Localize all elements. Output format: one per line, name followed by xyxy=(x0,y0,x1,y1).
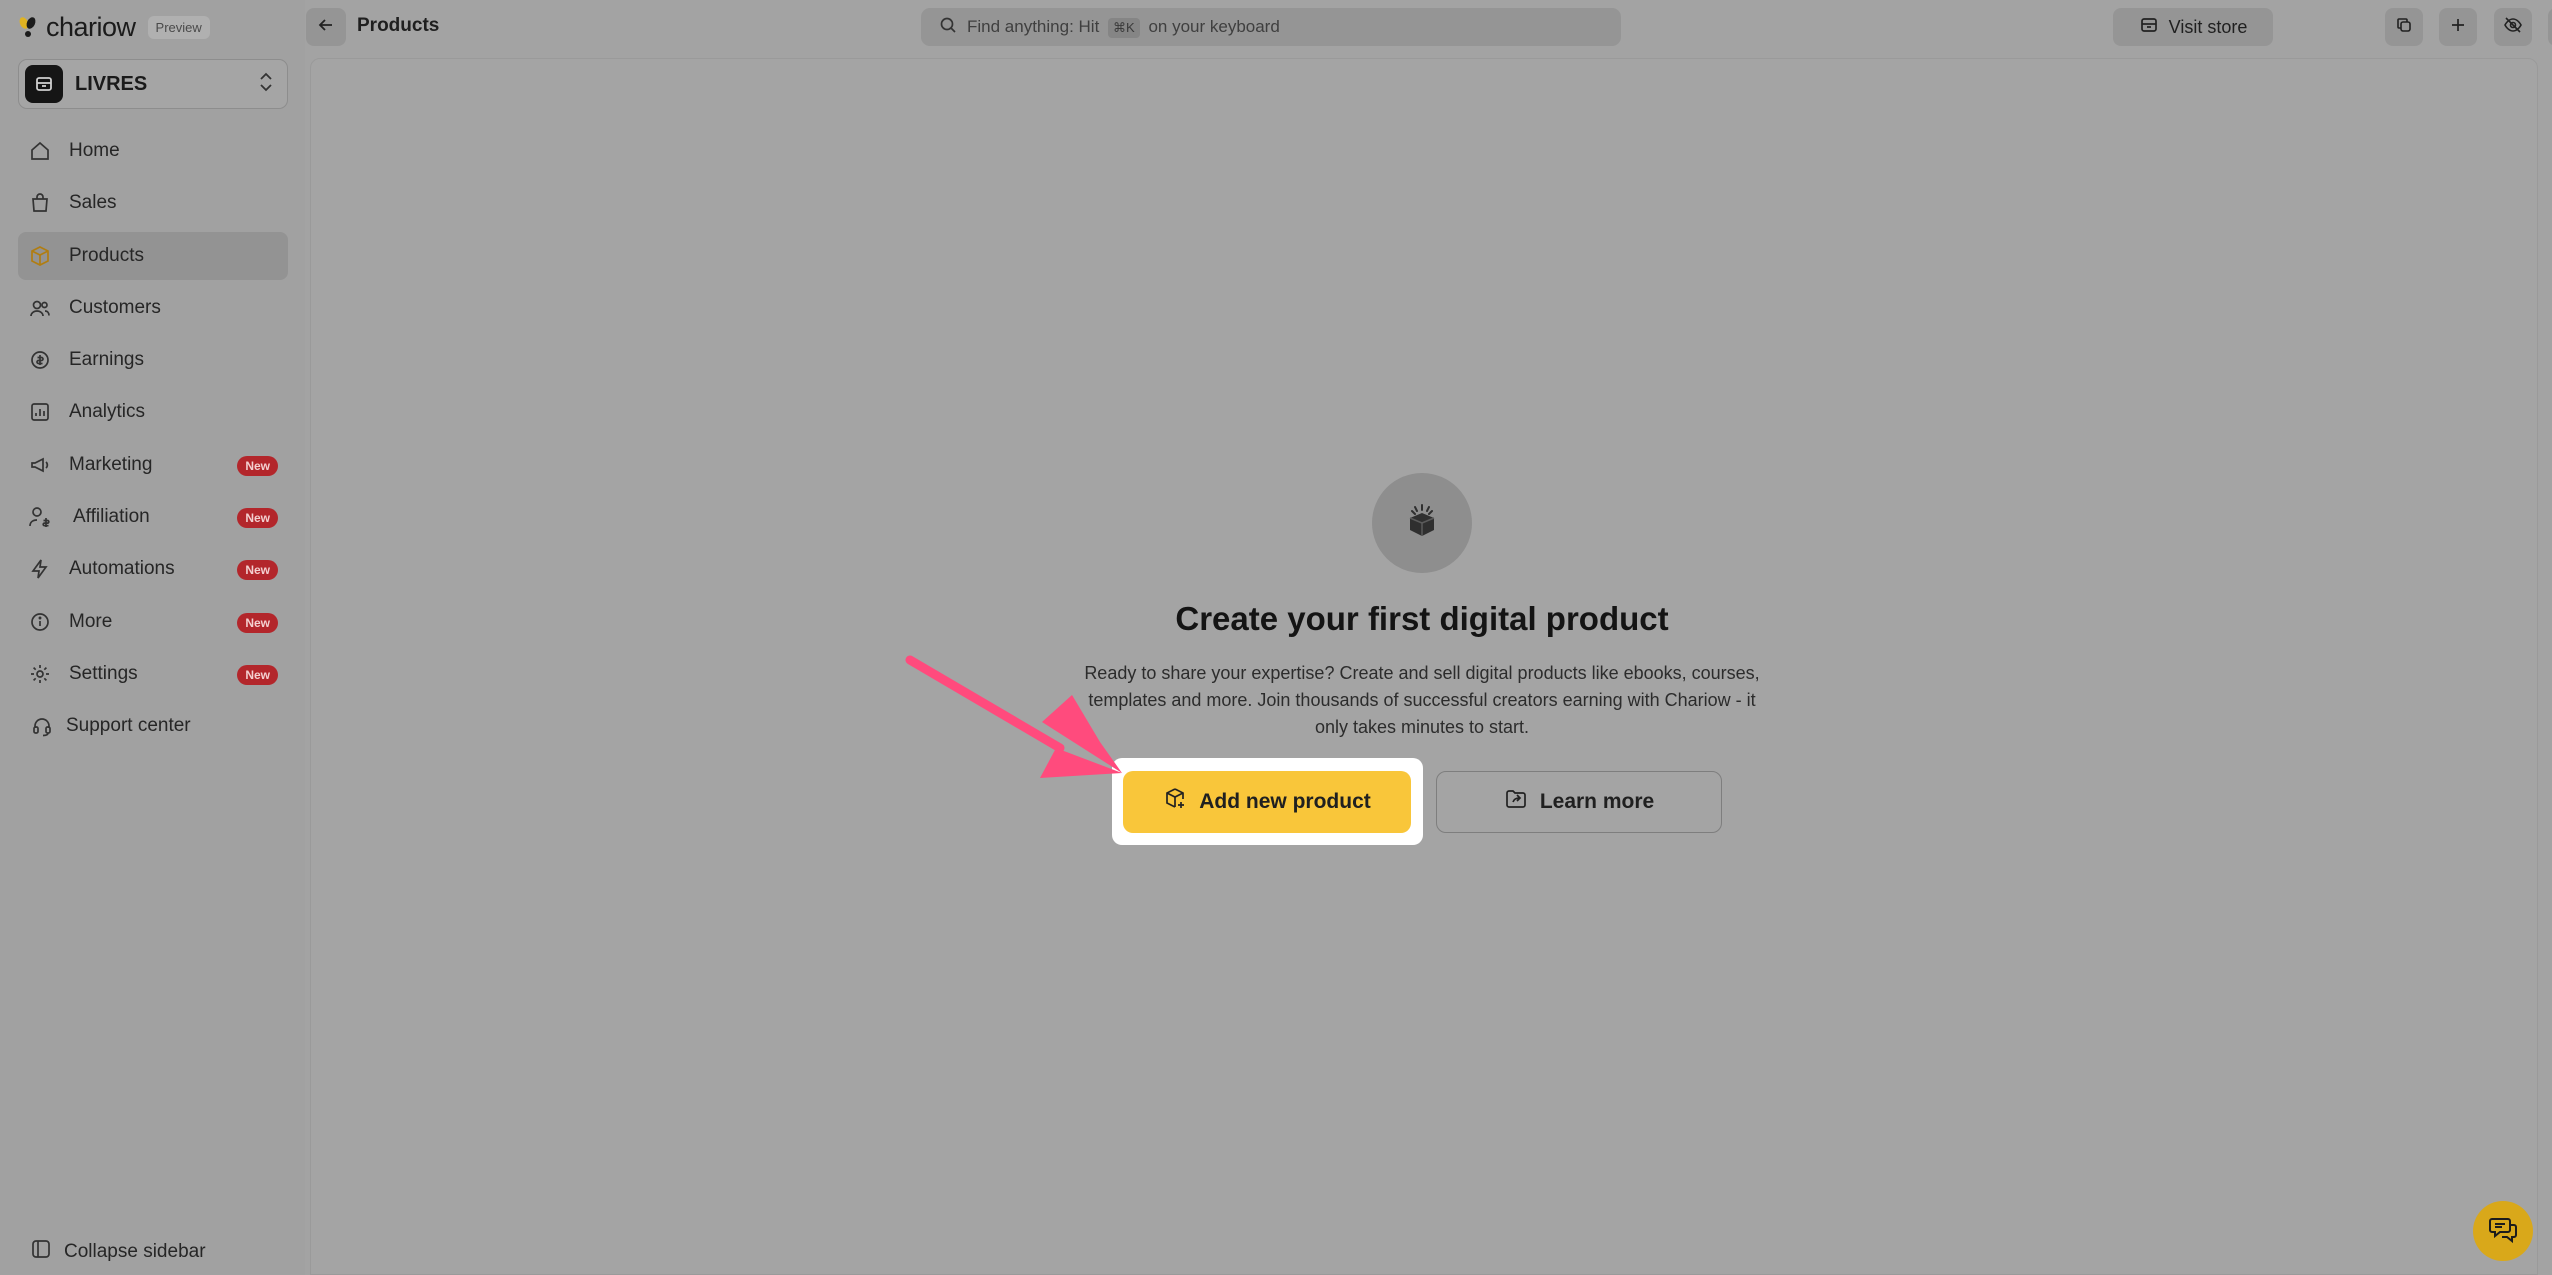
gear-icon xyxy=(28,662,52,686)
new-badge: New xyxy=(237,612,278,633)
home-icon xyxy=(28,139,52,163)
sidebar-item-products[interactable]: Products xyxy=(18,231,288,280)
sidebar-item-label: Affiliation xyxy=(73,506,150,528)
sidebar-item-affiliation[interactable]: Affiliation New xyxy=(18,493,288,541)
sidebar-nav: Home Sales Products Customers Earnings A… xyxy=(18,127,288,755)
add-new-product-label: Add new product xyxy=(1199,790,1371,813)
coins-icon xyxy=(28,348,52,372)
sidebar-item-label: Support center xyxy=(66,715,191,737)
sidebar: chariow Preview LIVRES Home Sales Produc… xyxy=(0,0,305,1275)
learn-more-button[interactable]: Learn more xyxy=(1436,771,1722,833)
shopping-bag-icon xyxy=(28,191,52,215)
sidebar-item-label: Sales xyxy=(69,192,117,214)
sidebar-item-sales[interactable]: Sales xyxy=(18,179,288,227)
empty-state-description: Ready to share your expertise? Create an… xyxy=(1084,663,1760,737)
chat-support-button[interactable] xyxy=(2473,1201,2533,1261)
chevron-updown-icon xyxy=(257,71,275,98)
visit-store-button[interactable]: Visit store xyxy=(2113,8,2273,46)
sidebar-item-label: Products xyxy=(69,244,144,266)
sidebar-item-home[interactable]: Home xyxy=(18,127,288,175)
user-dollar-icon xyxy=(28,505,52,529)
add-new-product-button[interactable]: Add new product xyxy=(1123,771,1411,833)
collapse-sidebar-button[interactable]: Collapse sidebar xyxy=(30,1238,206,1265)
chat-bubbles-icon xyxy=(2487,1213,2519,1250)
sidebar-item-support-center[interactable]: Support center xyxy=(18,702,288,750)
sidebar-item-label: Customers xyxy=(69,296,161,318)
sidebar-item-label: Settings xyxy=(69,662,138,684)
new-badge: New xyxy=(237,560,278,581)
search-icon xyxy=(939,16,957,39)
chariow-logo-icon xyxy=(18,15,38,39)
users-icon xyxy=(28,296,52,320)
package-open-icon xyxy=(1402,501,1442,546)
preview-badge: Preview xyxy=(147,15,210,39)
new-badge: New xyxy=(237,455,278,476)
sidebar-item-marketing[interactable]: Marketing New xyxy=(18,441,288,489)
top-bar: Products Find anything: Hit ⌘K on your k… xyxy=(305,0,2552,56)
brand-name: chariow xyxy=(46,11,136,42)
sidebar-item-label: Earnings xyxy=(69,349,144,371)
arrow-left-icon xyxy=(317,16,335,39)
sidebar-item-earnings[interactable]: Earnings xyxy=(18,336,288,384)
shortcut-key: ⌘K xyxy=(1108,17,1140,38)
sidebar-item-automations[interactable]: Automations New xyxy=(18,545,288,593)
sidebar-item-settings[interactable]: Settings New xyxy=(18,650,288,698)
info-icon xyxy=(28,610,52,634)
page-title: Products xyxy=(357,15,440,36)
app-window: chariow Preview LIVRES Home Sales Produc… xyxy=(0,0,2552,1275)
package-plus-icon xyxy=(1163,787,1187,817)
visit-store-label: Visit store xyxy=(2168,16,2248,37)
empty-state-title: Create your first digital product xyxy=(1175,600,1669,637)
store-icon xyxy=(25,65,63,103)
back-button[interactable] xyxy=(306,8,346,46)
sidebar-item-analytics[interactable]: Analytics xyxy=(18,388,288,436)
sidebar-item-label: More xyxy=(69,610,113,632)
new-badge: New xyxy=(237,664,278,685)
search-prefix: Find anything: Hit xyxy=(967,16,1100,36)
sidebar-item-label: Analytics xyxy=(69,401,146,423)
package-icon xyxy=(28,244,52,268)
copy-icon xyxy=(2395,16,2413,39)
storefront-icon xyxy=(2139,15,2159,40)
search-placeholder: Find anything: Hit ⌘K on your keyboard xyxy=(967,17,1280,38)
sidebar-item-label: Automations xyxy=(69,558,175,580)
sidebar-item-more[interactable]: More New xyxy=(18,598,288,646)
sidebar-item-label: Marketing xyxy=(69,453,153,475)
add-button[interactable] xyxy=(2439,8,2477,46)
megaphone-icon xyxy=(28,453,52,477)
sidebar-item-label: Home xyxy=(69,140,120,161)
hide-preview-button[interactable] xyxy=(2494,8,2532,46)
empty-state-illustration xyxy=(1372,473,1472,573)
chart-icon xyxy=(28,400,52,424)
headset-icon xyxy=(30,714,54,738)
apps-button[interactable] xyxy=(2548,8,2552,46)
share-folder-icon xyxy=(1504,787,1528,817)
plus-icon xyxy=(2449,16,2467,39)
store-switcher[interactable]: LIVRES xyxy=(18,59,288,109)
sidebar-item-customers[interactable]: Customers xyxy=(18,284,288,332)
store-name: LIVRES xyxy=(75,72,148,95)
new-badge: New xyxy=(237,508,278,529)
duplicate-button[interactable] xyxy=(2385,8,2423,46)
lightning-icon xyxy=(28,557,52,581)
brand[interactable]: chariow Preview xyxy=(18,12,210,42)
search-bar[interactable]: Find anything: Hit ⌘K on your keyboard xyxy=(921,8,1621,46)
search-suffix: on your keyboard xyxy=(1148,16,1280,36)
collapse-sidebar-label: Collapse sidebar xyxy=(64,1240,206,1262)
sidebar-collapse-icon xyxy=(30,1238,52,1265)
learn-more-label: Learn more xyxy=(1539,790,1655,813)
eye-off-icon xyxy=(2503,15,2523,40)
